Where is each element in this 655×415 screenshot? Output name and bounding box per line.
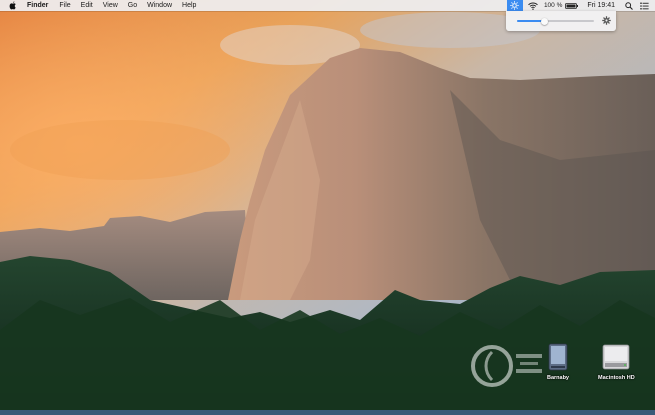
- menu-view[interactable]: View: [103, 0, 118, 11]
- clock[interactable]: Fri 19:41: [587, 2, 615, 9]
- external-drive-icon: [548, 343, 568, 371]
- menu-help[interactable]: Help: [182, 0, 196, 11]
- hard-drive-icon: [602, 344, 630, 370]
- desktop-drive-macintosh-hd[interactable]: Macintosh HD: [598, 343, 635, 381]
- watermark-logo: [471, 345, 542, 387]
- sun-icon: [510, 1, 520, 10]
- menu-go[interactable]: Go: [128, 0, 137, 11]
- desktop-drive-barnaby[interactable]: Barnaby: [546, 343, 570, 381]
- brightness-menu-extra[interactable]: [506, 0, 523, 11]
- brightness-slider[interactable]: [517, 17, 594, 25]
- notification-center-icon[interactable]: [640, 1, 649, 10]
- drive-label: Macintosh HD: [598, 375, 635, 381]
- status-area: 100 % Fri 19:41: [506, 0, 655, 11]
- apple-menu-icon[interactable]: [9, 1, 18, 11]
- menu-file[interactable]: File: [59, 0, 70, 11]
- brightness-slider-knob[interactable]: [541, 17, 549, 25]
- battery-percentage[interactable]: 100 %: [544, 2, 562, 9]
- menu-bar: Finder File Edit View Go Window Help 100…: [0, 0, 655, 11]
- menu-edit[interactable]: Edit: [81, 0, 93, 11]
- brightness-popover: [506, 11, 616, 31]
- menu-app-name[interactable]: Finder: [27, 0, 48, 11]
- spotlight-search-icon[interactable]: [625, 1, 633, 10]
- drive-label: Barnaby: [546, 375, 569, 381]
- wifi-icon[interactable]: [528, 2, 538, 10]
- battery-icon[interactable]: [565, 2, 579, 9]
- gear-icon[interactable]: [602, 16, 611, 25]
- menu-window[interactable]: Window: [147, 0, 172, 11]
